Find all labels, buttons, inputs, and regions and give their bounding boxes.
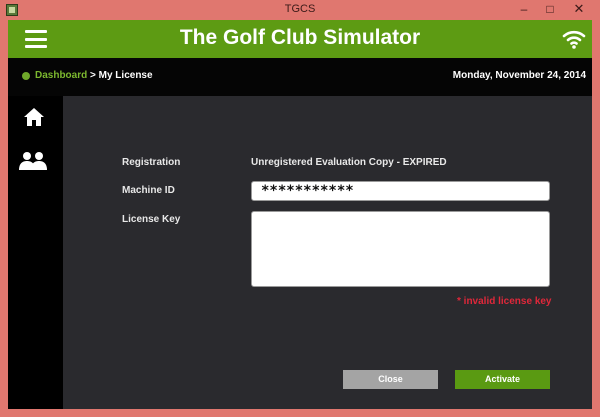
breadcrumb-bar: Dashboard > My License Monday, November … (8, 58, 592, 96)
license-key-field[interactable] (251, 211, 550, 287)
close-window-button[interactable]: ✕ (563, 0, 595, 18)
window-titlebar[interactable]: TGCS – □ ✕ (0, 0, 600, 20)
registration-status: Unregistered Evaluation Copy - EXPIRED (251, 157, 447, 168)
dashboard-dot-icon (22, 72, 30, 80)
app-title: The Golf Club Simulator (179, 26, 421, 49)
window-title: TGCS (284, 3, 316, 15)
breadcrumb-separator: > (87, 70, 99, 81)
machine-id-label: Machine ID (122, 185, 175, 196)
minimize-button[interactable]: – (511, 0, 537, 18)
wifi-icon (562, 30, 586, 49)
home-icon[interactable] (23, 106, 45, 128)
current-date: Monday, November 24, 2014 (452, 70, 586, 81)
sidebar (8, 96, 63, 409)
machine-id-field[interactable]: *********** (251, 181, 550, 201)
app-header: The Golf Club Simulator (8, 20, 592, 58)
app-client-area: The Golf Club Simulator Dashboard > My L… (8, 20, 592, 409)
license-error-message: * invalid license key (457, 296, 552, 307)
activate-button[interactable]: Activate (455, 370, 550, 389)
maximize-button[interactable]: □ (537, 0, 563, 18)
breadcrumb: Dashboard > My License (35, 70, 153, 81)
users-icon[interactable] (18, 150, 48, 172)
registration-label: Registration (122, 157, 181, 168)
close-button[interactable]: Close (343, 370, 438, 389)
license-key-label: License Key (122, 214, 181, 225)
breadcrumb-dashboard-link[interactable]: Dashboard (35, 70, 87, 81)
breadcrumb-current: My License (98, 70, 153, 81)
license-panel: Registration Unregistered Evaluation Cop… (63, 96, 592, 409)
app-window: TGCS – □ ✕ The Golf Club Simulator Dashb… (0, 0, 600, 417)
